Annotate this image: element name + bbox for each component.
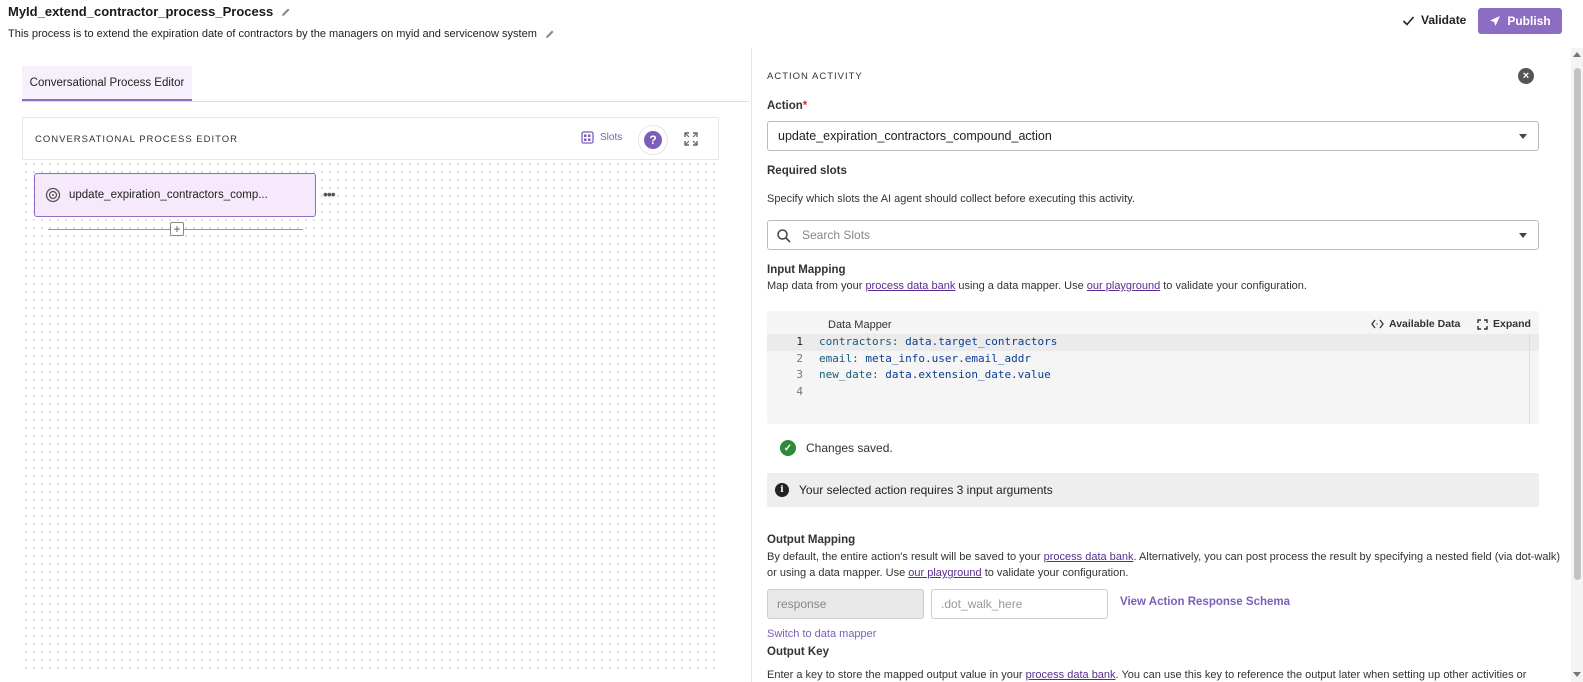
info-icon: i xyxy=(775,483,789,497)
check-circle-icon: ✓ xyxy=(780,440,796,456)
editor-header: CONVERSATIONAL PROCESS EDITOR Slots ? xyxy=(22,117,719,160)
code-brackets-icon xyxy=(1371,319,1384,329)
editor-title: CONVERSATIONAL PROCESS EDITOR xyxy=(35,134,239,145)
input-mapping-label: Input Mapping xyxy=(767,264,846,276)
process-description-row: This process is to extend the expiration… xyxy=(8,28,555,40)
view-response-schema-link[interactable]: View Action Response Schema xyxy=(1120,596,1290,608)
action-node[interactable]: update_expiration_contractors_comp... xyxy=(34,173,316,217)
action-select[interactable]: update_expiration_contractors_compound_a… xyxy=(767,121,1539,151)
process-data-bank-link[interactable]: process data bank xyxy=(1044,551,1134,563)
close-icon[interactable]: × xyxy=(1518,68,1534,84)
chevron-down-icon[interactable] xyxy=(1519,233,1527,238)
expand-button[interactable]: Expand xyxy=(1477,318,1531,330)
slots-label: Slots xyxy=(600,132,623,143)
info-banner: i Your selected action requires 3 input … xyxy=(767,473,1539,507)
action-select-value: update_expiration_contractors_compound_a… xyxy=(778,129,1052,143)
available-data-button[interactable]: Available Data xyxy=(1371,318,1460,330)
dot-walk-input[interactable] xyxy=(941,597,1091,611)
data-mapper-title: Data Mapper xyxy=(828,319,892,331)
help-button[interactable]: ? xyxy=(638,125,668,155)
response-field: response xyxy=(767,589,924,619)
input-mapping-help: Map data from your process data bank usi… xyxy=(767,280,1307,292)
tab-underline xyxy=(22,101,749,102)
scroll-up-icon[interactable] xyxy=(1573,52,1581,57)
fullscreen-icon[interactable] xyxy=(683,131,699,147)
output-key-help: Enter a key to store the mapped output v… xyxy=(767,669,1527,681)
process-data-bank-link[interactable]: process data bank xyxy=(1026,669,1116,681)
slots-button[interactable]: Slots xyxy=(581,131,622,144)
publish-label: Publish xyxy=(1507,14,1551,28)
search-icon xyxy=(777,229,791,243)
chevron-down-icon xyxy=(1519,134,1527,139)
process-description: This process is to extend the expiration… xyxy=(8,28,537,40)
tab-label: Conversational Process Editor xyxy=(29,76,185,89)
edit-title-pencil-icon[interactable] xyxy=(281,7,291,17)
edit-description-pencil-icon[interactable] xyxy=(545,29,555,39)
data-mapper-editor[interactable]: Data Mapper Available Data Expand 1 contr… xyxy=(767,311,1539,424)
node-menu-icon[interactable]: ••• xyxy=(323,186,336,202)
output-key-label: Output Key xyxy=(767,646,829,658)
output-mapping-help-2: or using a data mapper. Use our playgrou… xyxy=(767,567,1129,579)
scrollbar-thumb[interactable] xyxy=(1574,68,1581,580)
info-text: Your selected action requires 3 input ar… xyxy=(799,483,1053,497)
switch-to-data-mapper-link[interactable]: Switch to data mapper xyxy=(767,628,876,640)
code-line: 1 contractors: data.target_contractors xyxy=(767,334,1539,351)
add-step-button[interactable]: + xyxy=(170,222,184,236)
search-slots-field[interactable] xyxy=(767,220,1539,250)
help-icon: ? xyxy=(644,131,662,149)
process-canvas[interactable] xyxy=(22,160,719,670)
scroll-down-icon[interactable] xyxy=(1573,672,1581,677)
publish-button[interactable]: Publish xyxy=(1478,8,1562,34)
changes-saved-text: Changes saved. xyxy=(806,441,893,455)
action-label: Action* xyxy=(767,100,808,112)
mapper-scrollbar[interactable] xyxy=(1529,334,1539,424)
action-activity-title: ACTION ACTIVITY xyxy=(767,71,863,82)
check-icon xyxy=(1402,15,1415,26)
code-line: 2 email: meta_info.user.email_addr xyxy=(796,351,1031,365)
output-mapping-label: Output Mapping xyxy=(767,534,856,546)
required-slots-label: Required slots xyxy=(767,165,847,177)
process-data-bank-link[interactable]: process data bank xyxy=(865,280,955,292)
playground-link[interactable]: our playground xyxy=(1087,280,1160,292)
code-area[interactable]: 1 contractors: data.target_contractors 2e… xyxy=(767,334,1539,400)
pane-divider xyxy=(751,48,752,682)
code-line: 4 xyxy=(796,384,803,398)
tab-conversational-process-editor[interactable]: Conversational Process Editor xyxy=(22,66,192,101)
slots-icon xyxy=(581,131,594,144)
output-mapping-help-1: By default, the entire action's result w… xyxy=(767,551,1561,563)
search-slots-input[interactable] xyxy=(802,228,1482,242)
changes-saved-status: ✓ Changes saved. xyxy=(780,440,893,456)
send-icon xyxy=(1490,16,1501,26)
code-line: 3 new_date: data.extension_date.value xyxy=(796,368,1051,381)
dot-walk-field[interactable] xyxy=(931,589,1108,619)
expand-icon xyxy=(1477,318,1488,330)
action-node-label: update_expiration_contractors_comp... xyxy=(69,189,268,201)
required-slots-help: Specify which slots the AI agent should … xyxy=(767,193,1135,205)
action-node-icon xyxy=(45,187,61,203)
process-title: MyId_extend_contractor_process_Process xyxy=(8,4,274,19)
process-title-row: MyId_extend_contractor_process_Process xyxy=(8,4,291,19)
required-marker: * xyxy=(802,100,808,112)
validate-label: Validate xyxy=(1421,13,1467,27)
playground-link[interactable]: our playground xyxy=(908,567,981,579)
validate-button[interactable]: Validate xyxy=(1402,8,1466,32)
